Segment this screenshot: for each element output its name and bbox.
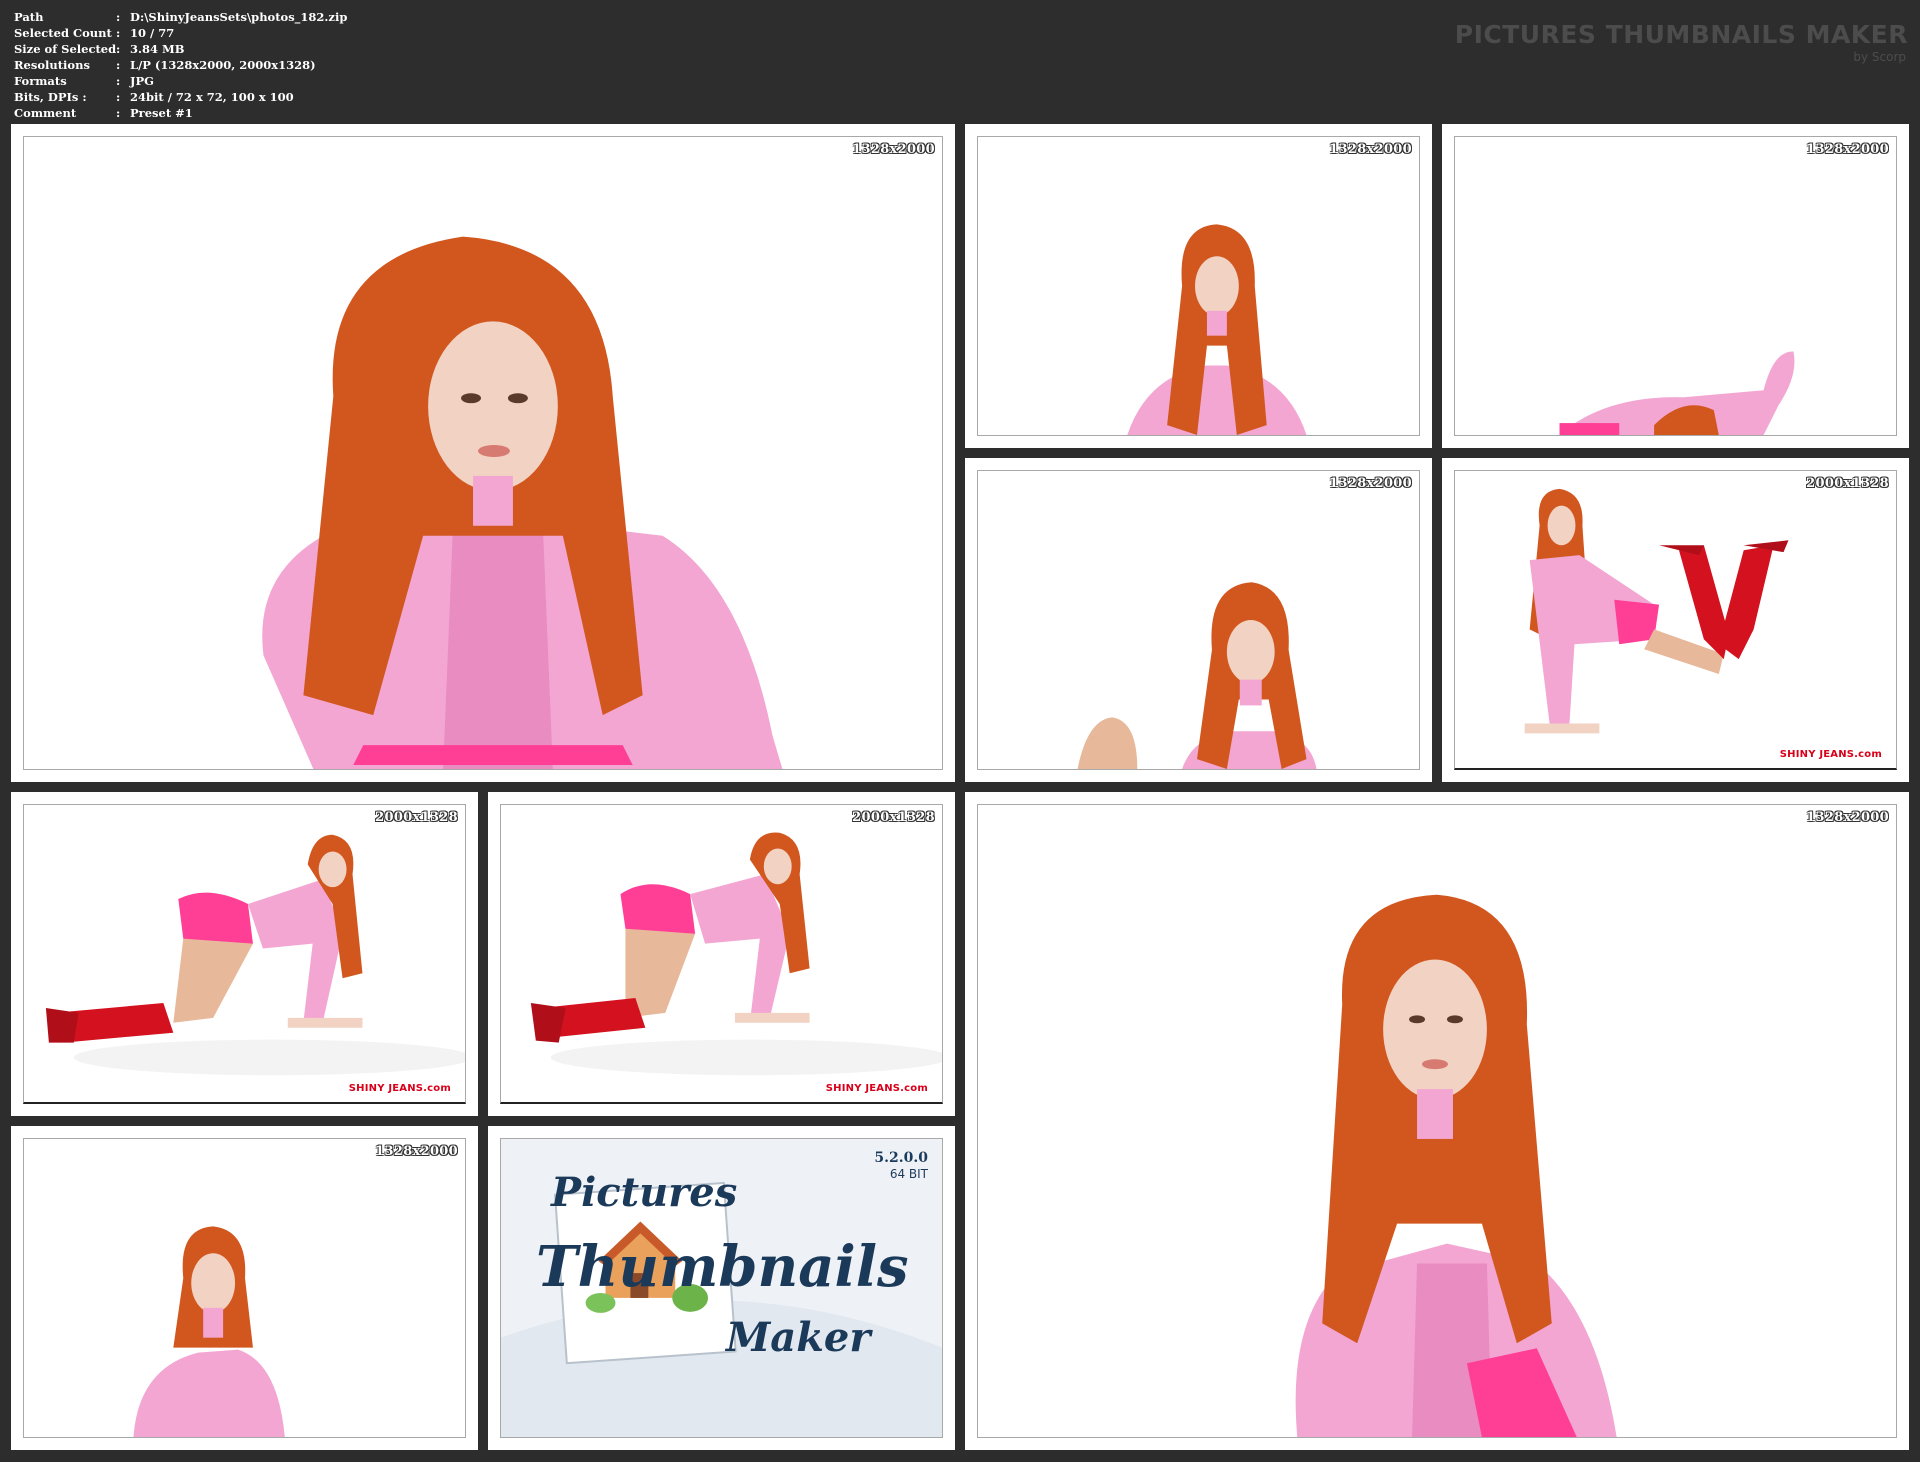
resolution-label: 1328x2000 xyxy=(1329,142,1412,157)
version-number: 5.2.0.0 xyxy=(874,1150,928,1166)
info-row-bits-dpis: Bits, DPIs ::24bit / 72 x 72, 100 x 100 xyxy=(14,90,294,104)
portrait-figure xyxy=(133,1226,285,1437)
info-row-resolutions: Resolutions: L/P (1328x2000, 2000x1328) xyxy=(14,58,316,72)
thumbnail-tile[interactable]: 1328x2000 xyxy=(11,1126,478,1450)
logo-word-maker: Maker xyxy=(726,1314,871,1361)
program-logo-tile: 5.2.0.0 64 BIT Pictures Thumbnails Maker xyxy=(488,1126,955,1450)
thumbnail-tile[interactable]: 1328x2000 xyxy=(11,124,955,782)
info-row-selected-count: Selected Count:10 / 77 xyxy=(14,26,175,40)
program-logo: 5.2.0.0 64 BIT Pictures Thumbnails Maker xyxy=(500,1138,943,1438)
resolution-label: 2000x1328 xyxy=(852,810,935,825)
logo-word-thumbnails: Thumbnails xyxy=(536,1234,909,1300)
thumbnail-tile[interactable]: 2000x1328 SHINY JEANS.com xyxy=(11,792,478,1116)
thumbnail-image[interactable]: 1328x2000 xyxy=(977,804,1897,1438)
watermark: SHINY JEANS.com xyxy=(1779,749,1882,760)
thumbnail-image[interactable]: 2000x1328 SHINY JEANS.com xyxy=(1454,470,1897,770)
thumbnail-image[interactable]: 1328x2000 xyxy=(1454,136,1897,436)
logo-version: 5.2.0.0 64 BIT xyxy=(874,1149,928,1181)
sitting-figure xyxy=(1077,582,1317,769)
thumbnail-tile[interactable]: 1328x2000 xyxy=(965,458,1432,782)
thumbnail-tile[interactable]: 2000x1328 SHINY JEANS.com xyxy=(1442,458,1909,782)
portrait-figure xyxy=(1127,224,1307,435)
thumbnail-tile[interactable]: 1328x2000 xyxy=(965,124,1432,448)
resolution-label: 2000x1328 xyxy=(1806,476,1889,491)
lying-figure xyxy=(1559,351,1795,435)
info-row-size: Size of Selected:3.84 MB xyxy=(14,42,185,56)
resolution-label: 1328x2000 xyxy=(1329,476,1412,491)
brand-title: PICTURES THUMBNAILS MAKER xyxy=(1454,20,1908,49)
resolution-label: 1328x2000 xyxy=(852,142,935,157)
thumbnail-image[interactable]: 1328x2000 xyxy=(23,136,943,770)
thumbnail-tile[interactable]: 1328x2000 xyxy=(965,792,1909,1450)
version-bits: 64 BIT xyxy=(889,1167,928,1181)
thumbnail-image[interactable]: 1328x2000 xyxy=(23,1138,466,1438)
kneeling-figure xyxy=(1524,488,1789,734)
info-row-comment: Comment: Preset #1 xyxy=(14,106,193,120)
watermark: SHINY JEANS.com xyxy=(348,1083,451,1094)
crawling-figure xyxy=(530,832,942,1076)
crawling-figure xyxy=(45,834,465,1076)
watermark: SHINY JEANS.com xyxy=(825,1083,928,1094)
info-row-formats: Formats: JPG xyxy=(14,74,154,88)
logo-word-pictures: Pictures xyxy=(551,1169,738,1216)
thumbnail-tile[interactable]: 2000x1328 SHINY JEANS.com xyxy=(488,792,955,1116)
info-row-path: Path: D:\ShinyJeansSets\photos_182.zip xyxy=(14,10,348,24)
brand-logo: PICTURES THUMBNAILS MAKER by Scorp xyxy=(1455,20,1908,64)
thumbnail-image[interactable]: 1328x2000 xyxy=(977,136,1420,436)
thumbnail-image[interactable]: 1328x2000 xyxy=(977,470,1420,770)
thumbnail-image[interactable]: 2000x1328 SHINY JEANS.com xyxy=(500,804,943,1104)
thumbnail-tile[interactable]: 1328x2000 xyxy=(1442,124,1909,448)
portrait-figure xyxy=(262,236,783,769)
thumbnail-image[interactable]: 2000x1328 SHINY JEANS.com xyxy=(23,804,466,1104)
file-info-panel: Path: D:\ShinyJeansSets\photos_182.zip Se… xyxy=(14,9,347,121)
brand-subtitle: by Scorp xyxy=(1853,50,1906,64)
resolution-label: 1328x2000 xyxy=(1806,142,1889,157)
resolution-label: 2000x1328 xyxy=(375,810,458,825)
resolution-label: 1328x2000 xyxy=(375,1144,458,1159)
portrait-figure xyxy=(1295,894,1617,1437)
resolution-label: 1328x2000 xyxy=(1806,810,1889,825)
